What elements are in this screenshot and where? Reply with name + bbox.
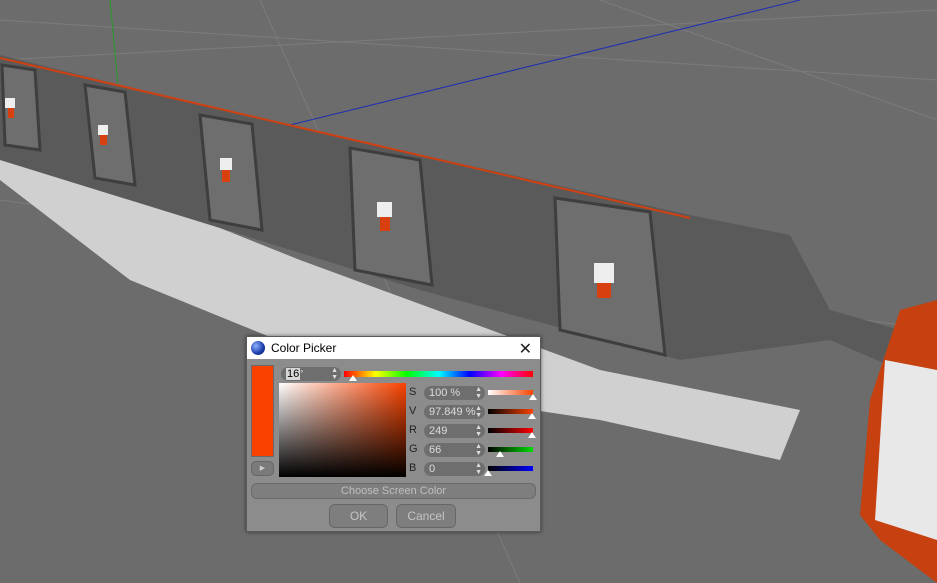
b-slider-handle[interactable] xyxy=(484,470,492,476)
g-label: G xyxy=(409,443,418,455)
cinema4d-logo-icon xyxy=(251,341,265,355)
spinner-arrows-icon[interactable]: ▲ ▼ xyxy=(475,424,482,438)
g-input[interactable]: 66 ▲ ▼ xyxy=(424,443,485,457)
s-label: S xyxy=(409,386,417,398)
close-icon[interactable]: ✕ xyxy=(519,339,532,359)
color-picker-dialog: Color Picker ✕ ▶ 16° ▲ ▼ S 100 % ▲ ▼ V 97.8… xyxy=(246,336,541,532)
z-axis-line xyxy=(289,0,801,126)
y-axis-line xyxy=(109,0,119,86)
hue-slider[interactable] xyxy=(344,371,533,377)
ok-button[interactable]: OK xyxy=(329,504,388,528)
v-label: V xyxy=(409,405,417,417)
s-slider[interactable] xyxy=(488,390,533,395)
spinner-arrows-icon[interactable]: ▲ ▼ xyxy=(331,367,338,381)
s-value: 100 % xyxy=(429,387,461,399)
s-slider-handle[interactable] xyxy=(529,394,537,400)
hue-unit: ° xyxy=(300,369,304,378)
title-bar[interactable]: Color Picker ✕ xyxy=(247,337,540,359)
b-slider[interactable] xyxy=(488,466,533,471)
dialog-title: Color Picker xyxy=(271,341,337,355)
r-slider-handle[interactable] xyxy=(527,432,536,438)
r-slider[interactable] xyxy=(488,428,533,433)
r-value: 249 xyxy=(429,425,448,437)
spinner-arrows-icon[interactable]: ▲ ▼ xyxy=(475,462,482,476)
hue-value: 16 xyxy=(286,368,301,380)
spinner-arrows-icon[interactable]: ▲ ▼ xyxy=(475,443,482,457)
hue-input[interactable]: 16° ▲ ▼ xyxy=(281,367,341,381)
r-label: R xyxy=(409,424,417,436)
g-slider-handle[interactable] xyxy=(495,451,504,457)
s-input[interactable]: 100 % ▲ ▼ xyxy=(424,386,485,400)
hue-slider-handle[interactable] xyxy=(349,375,357,381)
g-value: 66 xyxy=(429,444,442,456)
spinner-arrows-icon[interactable]: ▲ ▼ xyxy=(475,386,482,400)
expand-button[interactable]: ▶ xyxy=(251,461,274,476)
b-value: 0 xyxy=(429,463,436,475)
v-slider-handle[interactable] xyxy=(528,413,536,419)
current-color-swatch xyxy=(251,365,274,457)
saturation-value-area[interactable] xyxy=(279,383,406,477)
choose-screen-color-button[interactable]: Choose Screen Color xyxy=(251,483,536,499)
b-input[interactable]: 0 ▲ ▼ xyxy=(424,462,485,476)
v-slider[interactable] xyxy=(488,409,533,414)
cancel-button[interactable]: Cancel xyxy=(396,504,456,528)
v-value: 97.849 % xyxy=(429,406,476,418)
b-label: B xyxy=(409,462,417,474)
spinner-arrows-icon[interactable]: ▲ ▼ xyxy=(475,405,482,419)
r-input[interactable]: 249 ▲ ▼ xyxy=(424,424,485,438)
v-input[interactable]: 97.849 % ▲ ▼ xyxy=(424,405,485,419)
